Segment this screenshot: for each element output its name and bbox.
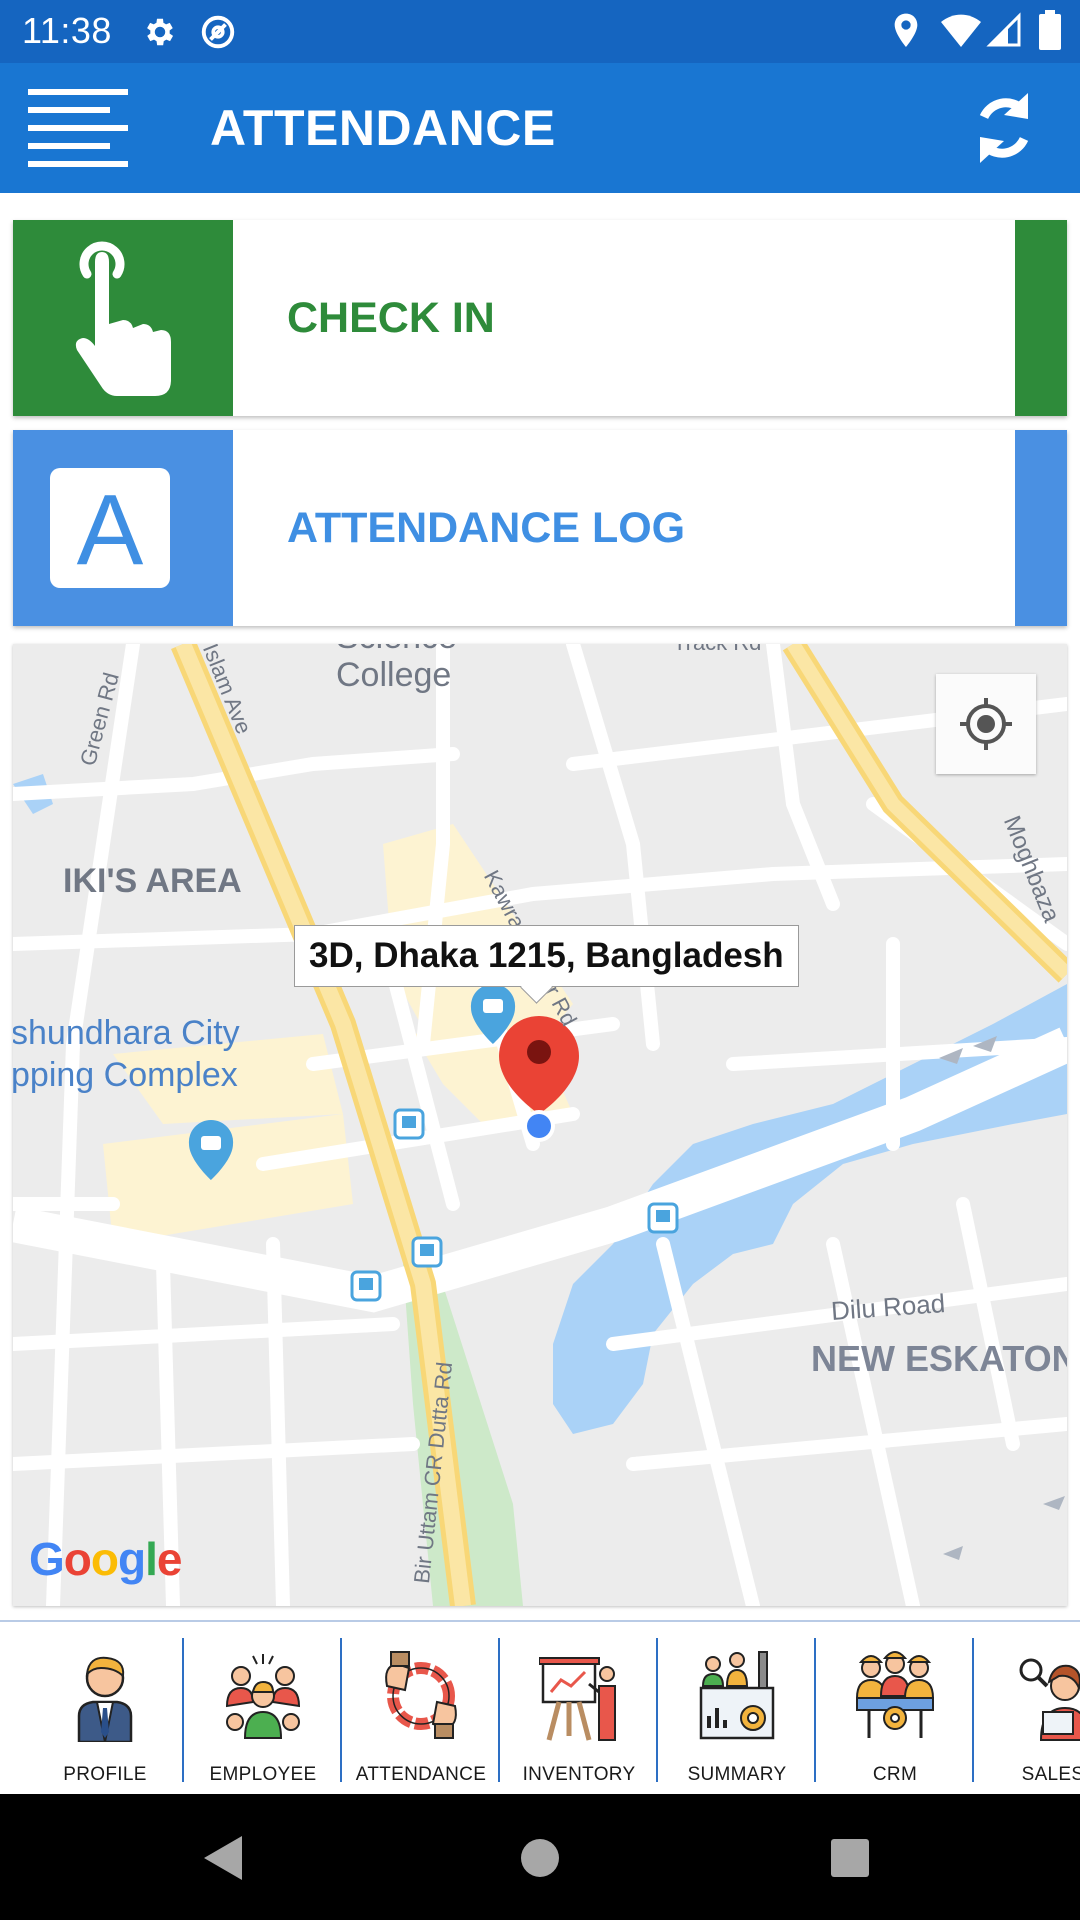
nav-label: ATTENDANCE <box>355 1764 487 1785</box>
nav-item-profile[interactable]: PROFILE <box>26 1640 184 1790</box>
my-location-icon <box>960 698 1012 750</box>
employee-icon <box>225 1654 301 1739</box>
nav-item-summary[interactable]: SUMMARY <box>658 1640 816 1790</box>
crm-icon <box>855 1651 935 1738</box>
nav-label: SALES <box>1021 1764 1080 1785</box>
attendance-log-icon-panel: A <box>13 430 233 626</box>
page-title: ATTENDANCE <box>210 100 556 156</box>
check-in-icon-panel <box>13 220 233 416</box>
nav-label: PROFILE <box>63 1764 147 1785</box>
battery-icon <box>1039 10 1061 50</box>
inventory-icon <box>539 1657 616 1741</box>
nav-item-employee[interactable]: EMPLOYEE <box>184 1640 342 1790</box>
map-base <box>13 644 1067 1606</box>
nav-label: CRM <box>872 1764 918 1785</box>
system-navigation-bar <box>0 1794 1080 1920</box>
nav-item-sales[interactable]: SALES <box>974 1640 1080 1790</box>
attendance-log-button[interactable]: A ATTENDANCE LOG <box>13 430 1067 626</box>
back-icon[interactable] <box>204 1836 244 1880</box>
map-label: pping Complex <box>13 1056 238 1094</box>
settings-icon <box>147 18 174 46</box>
status-bar: 11:38 <box>0 0 1080 63</box>
home-icon[interactable] <box>520 1838 560 1878</box>
map-view[interactable]: Science College Green Rd Islam Ave Track… <box>13 644 1067 1606</box>
location-icon <box>894 13 918 47</box>
bottom-nav: PROFILE EMPLOYEE ATTENDANCE INVENTORY SU… <box>0 1620 1080 1796</box>
attendance-icon <box>385 1651 457 1739</box>
at-sign-icon <box>201 15 235 49</box>
recents-icon[interactable] <box>830 1838 870 1878</box>
tap-hand-icon <box>75 241 171 396</box>
check-in-accent <box>1015 220 1067 416</box>
attendance-log-accent <box>1015 430 1067 626</box>
map-label: College <box>336 656 452 694</box>
attendance-log-label: ATTENDANCE LOG <box>287 504 686 552</box>
menu-icon[interactable] <box>28 89 130 169</box>
nav-label: INVENTORY <box>522 1764 636 1785</box>
app-bar: ATTENDANCE <box>0 63 1080 193</box>
status-time: 11:38 <box>22 10 112 51</box>
signal-icon <box>986 12 1021 47</box>
nav-item-inventory[interactable]: INVENTORY <box>500 1640 658 1790</box>
attendance-log-icon: A <box>50 468 170 588</box>
my-location-button[interactable] <box>936 674 1036 774</box>
map-label: IKI'S AREA <box>63 862 242 900</box>
nav-item-crm[interactable]: CRM <box>816 1640 974 1790</box>
map-label: Track Rd <box>673 644 761 656</box>
wifi-icon <box>941 14 981 47</box>
map-label: shundhara City <box>13 1014 240 1052</box>
profile-icon <box>77 1656 133 1742</box>
sales-icon <box>1019 1658 1080 1741</box>
bus-stop-icon <box>393 1108 425 1140</box>
nav-label: EMPLOYEE <box>209 1764 317 1785</box>
check-in-button[interactable]: CHECK IN <box>13 220 1067 416</box>
nav-item-attendance[interactable]: ATTENDANCE <box>342 1640 500 1790</box>
check-in-label: CHECK IN <box>287 294 495 342</box>
google-logo: Google <box>29 1533 182 1585</box>
summary-icon <box>699 1651 775 1740</box>
refresh-icon[interactable] <box>972 87 1036 169</box>
nav-label: SUMMARY <box>687 1764 787 1785</box>
address-callout[interactable]: 3D, Dhaka 1215, Bangladesh <box>294 925 799 987</box>
map-label: NEW ESKATON <box>811 1338 1067 1379</box>
